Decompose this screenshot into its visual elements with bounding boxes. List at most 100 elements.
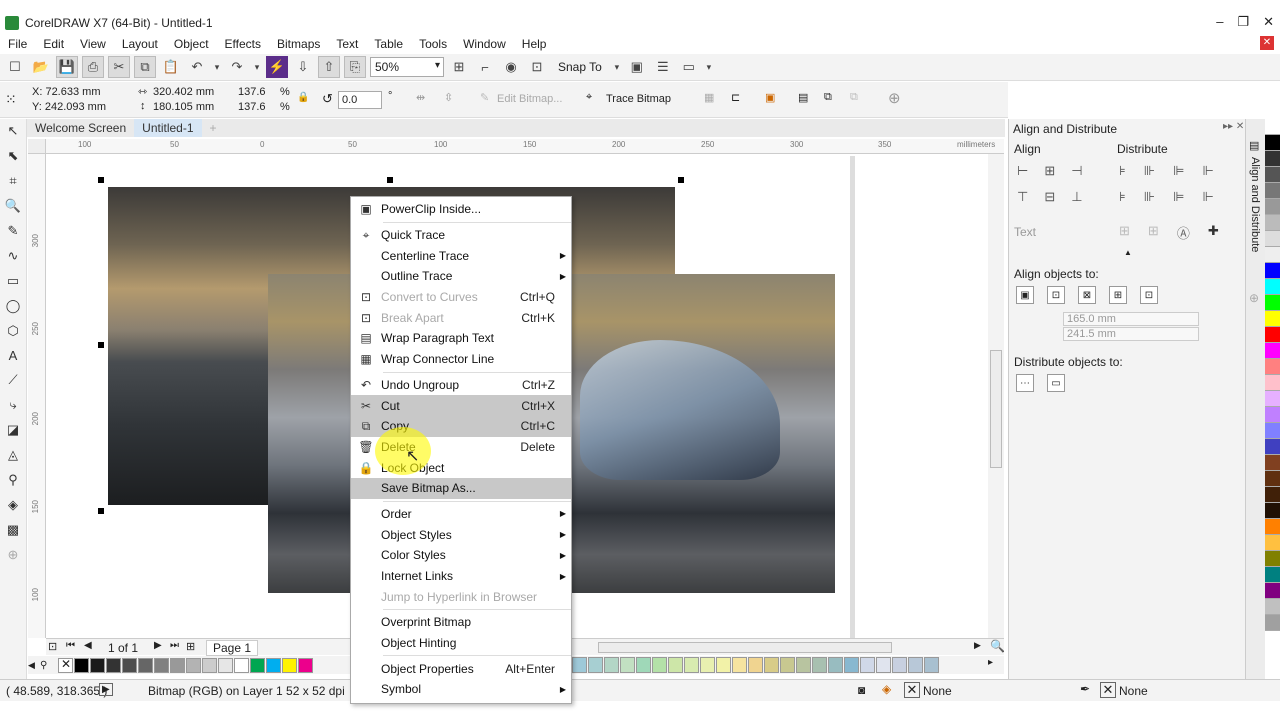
color-swatch[interactable]: [1265, 183, 1280, 199]
menu-help[interactable]: Help: [514, 37, 555, 51]
color-swatch[interactable]: [892, 657, 907, 673]
docker-options-icon[interactable]: ▸▸ ✕: [1223, 121, 1244, 132]
undo-dropdown-icon[interactable]: ▾: [212, 56, 222, 78]
color-swatch[interactable]: [1265, 247, 1280, 263]
context-item-wrap-paragraph-text[interactable]: ▤ Wrap Paragraph Text: [351, 328, 571, 349]
color-swatch[interactable]: [122, 657, 137, 673]
color-swatch[interactable]: [1265, 535, 1280, 551]
menu-table[interactable]: Table: [366, 37, 411, 51]
collapse-icon[interactable]: ▲: [1124, 248, 1132, 257]
selection-handle[interactable]: [98, 177, 104, 183]
context-item-symbol[interactable]: Symbol ▶: [351, 679, 571, 700]
color-swatch[interactable]: [748, 657, 763, 673]
color-swatch[interactable]: [1265, 551, 1280, 567]
zoom-level-select[interactable]: 50%: [370, 57, 444, 77]
color-swatch[interactable]: [1265, 391, 1280, 407]
show-rulers-icon[interactable]: ⌐: [474, 56, 496, 78]
width-field[interactable]: 320.402 mm: [153, 86, 214, 98]
eyedropper-icon[interactable]: ⚲: [8, 472, 18, 488]
first-page-icon[interactable]: ⏮: [66, 640, 75, 651]
color-swatch[interactable]: [780, 657, 795, 673]
snap-dropdown-icon[interactable]: ▾: [612, 56, 622, 78]
import-icon[interactable]: ⇩: [292, 56, 314, 78]
distribute-right-icon[interactable]: ⊩: [1202, 163, 1213, 179]
color-swatch[interactable]: [860, 657, 875, 673]
x-value-field[interactable]: 165.0 mm: [1063, 312, 1199, 326]
pick-tool-icon[interactable]: ↖: [8, 123, 19, 139]
color-swatch[interactable]: [298, 657, 313, 673]
color-swatch[interactable]: [652, 657, 667, 673]
shape-tool-icon[interactable]: ⬉: [8, 148, 19, 164]
rectangle-tool-icon[interactable]: ▭: [7, 273, 19, 289]
horizontal-scrollbar[interactable]: [598, 642, 892, 653]
text-align-bbox-icon[interactable]: Ⓐ: [1177, 223, 1190, 242]
color-swatch[interactable]: [1265, 471, 1280, 487]
color-swatch[interactable]: [1265, 119, 1280, 135]
color-swatch[interactable]: [1265, 423, 1280, 439]
add-page-icon[interactable]: ⊞: [186, 640, 195, 653]
save-icon[interactable]: 💾: [56, 56, 78, 78]
align-right-icon[interactable]: ⊣: [1071, 163, 1082, 179]
color-swatch[interactable]: [1265, 455, 1280, 471]
color-swatch[interactable]: [218, 657, 233, 673]
color-swatch[interactable]: [876, 657, 891, 673]
color-swatch[interactable]: [1265, 151, 1280, 167]
bitmap-options-icon[interactable]: ⧉: [850, 91, 858, 104]
context-item-save-bitmap-as[interactable]: Save Bitmap As...: [351, 477, 571, 499]
redo-icon[interactable]: ↷: [226, 56, 248, 78]
show-grid-icon[interactable]: ◉: [500, 56, 522, 78]
text-align-pin-icon[interactable]: ✚: [1208, 223, 1219, 242]
menu-edit[interactable]: Edit: [35, 37, 72, 51]
distribute-vspacing-icon[interactable]: ⊫: [1173, 189, 1184, 205]
mirror-vertical-icon[interactable]: ⇳: [444, 91, 453, 104]
smart-fill-icon[interactable]: ▩: [7, 522, 19, 538]
palette-flyout-icon[interactable]: ▸: [988, 657, 993, 668]
color-swatch[interactable]: [202, 657, 217, 673]
scale-x-field[interactable]: 137.6: [238, 86, 266, 98]
context-item-internet-links[interactable]: Internet Links ▶: [351, 566, 571, 587]
color-swatch[interactable]: [1265, 199, 1280, 215]
color-swatch[interactable]: [812, 657, 827, 673]
selection-handle[interactable]: [98, 508, 104, 514]
polygon-tool-icon[interactable]: ⬡: [7, 323, 18, 339]
zoom-tool-icon[interactable]: 🔍: [5, 198, 21, 214]
height-field[interactable]: 180.105 mm: [153, 101, 214, 113]
interactive-fill-icon[interactable]: ◈: [8, 497, 18, 513]
color-swatch[interactable]: [1265, 567, 1280, 583]
minimize-icon[interactable]: –: [1216, 14, 1223, 30]
publish-pdf-icon[interactable]: ⎘: [344, 56, 366, 78]
color-swatch[interactable]: [1265, 359, 1280, 375]
color-swatch[interactable]: [1265, 263, 1280, 279]
align-to-page-center-icon[interactable]: ⊠: [1078, 286, 1096, 304]
play-icon[interactable]: ▶: [99, 683, 113, 696]
context-item-quick-trace[interactable]: ⌖ Quick Trace: [351, 225, 571, 246]
menu-bitmaps[interactable]: Bitmaps: [269, 37, 328, 51]
color-swatch[interactable]: [588, 657, 603, 673]
ellipse-tool-icon[interactable]: ◯: [6, 298, 21, 314]
lock-ratio-icon[interactable]: 🔒: [297, 92, 309, 103]
color-swatch[interactable]: [828, 657, 843, 673]
color-swatch[interactable]: [636, 657, 651, 673]
docker-add-icon[interactable]: ⊕: [1249, 291, 1259, 305]
color-swatch[interactable]: [1265, 215, 1280, 231]
new-document-icon[interactable]: ☐: [4, 56, 26, 78]
align-to-active-icon[interactable]: ▣: [1016, 286, 1034, 304]
color-swatch[interactable]: [924, 657, 939, 673]
context-item-object-styles[interactable]: Object Styles ▶: [351, 524, 571, 545]
tab-welcome-screen[interactable]: Welcome Screen: [27, 119, 134, 137]
color-swatch[interactable]: [732, 657, 747, 673]
context-item-object-properties[interactable]: Object Properties Alt+Enter: [351, 658, 571, 679]
zoom-navigator-icon[interactable]: 🔍: [990, 639, 1005, 653]
paste-icon[interactable]: 📋: [160, 56, 182, 78]
context-item-undo-ungroup[interactable]: ↶ Undo Ungroup Ctrl+Z: [351, 375, 571, 396]
color-swatch[interactable]: [1265, 279, 1280, 295]
align-left-icon[interactable]: ⊢: [1017, 163, 1028, 179]
align-to-grid-icon[interactable]: ⊞: [1109, 286, 1127, 304]
no-color-swatch[interactable]: ✕: [58, 657, 73, 673]
x-position-field[interactable]: X: 72.633 mm: [32, 86, 100, 98]
transparency-icon[interactable]: ◬: [8, 447, 18, 463]
align-bottom-icon[interactable]: ⊥: [1071, 189, 1082, 205]
page-settings-icon[interactable]: ⊡: [48, 640, 57, 653]
export-icon[interactable]: ⇧: [318, 56, 340, 78]
crop-bitmap-icon[interactable]: ⊏: [731, 91, 740, 104]
